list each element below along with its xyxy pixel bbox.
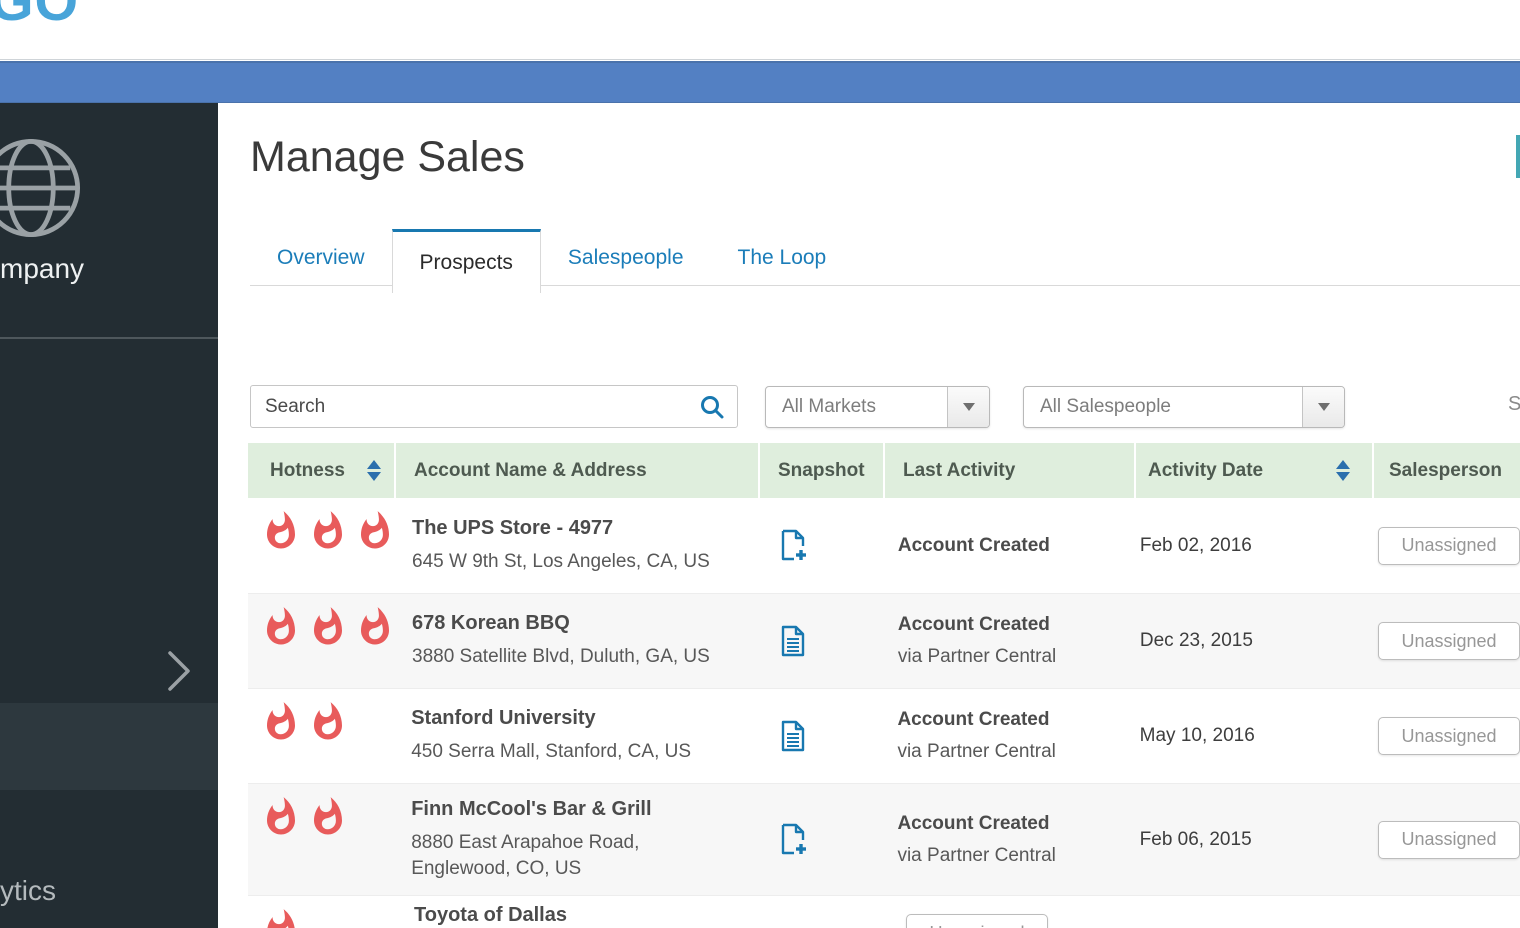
- last-activity-text: Account Created: [897, 813, 1127, 835]
- snapshot-cell[interactable]: [755, 823, 880, 856]
- tab-prospects[interactable]: Prospects: [392, 229, 541, 293]
- last-activity-text: Account Created: [898, 614, 1128, 636]
- column-header-salesperson: Salesperson: [1374, 443, 1520, 498]
- account-name: Finn McCool's Bar & Grill: [411, 798, 730, 821]
- snapshot-cell[interactable]: [755, 625, 880, 658]
- salesperson-assign-button[interactable]: Unassigned: [1378, 821, 1520, 859]
- activity-date: May 10, 2016: [1128, 725, 1363, 747]
- table-header: Hotness Account Name & Address Snapshot …: [248, 443, 1520, 498]
- sidebar-divider: [0, 337, 218, 339]
- clipped-right-text: S: [1508, 393, 1520, 416]
- last-activity-via: via Partner Central: [897, 741, 1127, 763]
- account-address: 450 Serra Mall, Stanford, CA, US: [411, 739, 730, 765]
- brand-logo[interactable]: GO: [0, 0, 79, 33]
- hotness-flames: [248, 498, 396, 593]
- salesperson-assign-button[interactable]: Unassigned: [1378, 527, 1520, 565]
- salesperson-filter-select[interactable]: All Salespeople: [1023, 386, 1345, 428]
- page-title: Manage Sales: [250, 133, 525, 182]
- last-activity-text: Account Created: [898, 535, 1128, 557]
- top-header: GO: [0, 0, 1520, 60]
- table-row[interactable]: Toyota of Dallas Unassigned: [248, 895, 1520, 928]
- column-header-account: Account Name & Address: [396, 443, 760, 498]
- sidebar-active-band[interactable]: [0, 703, 218, 790]
- column-header-activity-date[interactable]: Activity Date: [1136, 443, 1374, 498]
- hotness-flames: [248, 784, 395, 895]
- flame-icon: [354, 508, 396, 554]
- chevron-down-icon: [1302, 387, 1344, 427]
- sidebar-item-analytics[interactable]: ytics: [0, 875, 56, 907]
- hotness-flames: [248, 594, 396, 688]
- search-icon[interactable]: [699, 394, 725, 420]
- chevron-down-icon: [947, 387, 989, 427]
- column-header-hotness[interactable]: Hotness: [248, 443, 396, 498]
- flame-icon: [307, 794, 349, 840]
- flame-icon: [260, 906, 302, 928]
- hotness-flames: [248, 896, 398, 928]
- tab-overview[interactable]: Overview: [250, 229, 392, 286]
- tab-bar: Overview Prospects Salespeople The Loop: [250, 229, 1520, 293]
- salesperson-assign-button[interactable]: Unassigned: [1378, 622, 1520, 660]
- last-activity-via: via Partner Central: [897, 845, 1127, 867]
- account-address: 3880 Satellite Blvd, Duluth, GA, US: [412, 644, 731, 670]
- search-input[interactable]: [251, 396, 699, 418]
- account-address: 645 W 9th St, Los Angeles, CA, US: [412, 549, 731, 575]
- flame-icon: [260, 794, 302, 840]
- account-name: The UPS Store - 4977: [412, 517, 731, 540]
- market-filter-select[interactable]: All Markets: [765, 386, 990, 428]
- chevron-right-icon[interactable]: [164, 649, 192, 693]
- globe-icon: [0, 135, 84, 241]
- table-row[interactable]: 678 Korean BBQ 3880 Satellite Blvd, Dulu…: [248, 593, 1520, 688]
- table-body: The UPS Store - 4977 645 W 9th St, Los A…: [248, 498, 1520, 928]
- top-nav-bar: [0, 61, 1520, 103]
- table-row[interactable]: Finn McCool's Bar & Grill 8880 East Arap…: [248, 783, 1520, 895]
- account-address: 8880 East Arapahoe Road, Englewood, CO, …: [411, 830, 730, 881]
- account-name: Stanford University: [411, 707, 730, 730]
- table-row[interactable]: The UPS Store - 4977 645 W 9th St, Los A…: [248, 498, 1520, 593]
- hotness-flames: [248, 689, 395, 783]
- document-add-icon: [779, 529, 807, 562]
- document-text-icon: [779, 625, 807, 658]
- account-name: Toyota of Dallas: [414, 904, 740, 927]
- flame-icon: [307, 508, 349, 554]
- table-row[interactable]: Stanford University 450 Serra Mall, Stan…: [248, 688, 1520, 783]
- sort-up-down-icon[interactable]: [1336, 460, 1350, 481]
- main-content: Manage Sales Overview Prospects Salespeo…: [218, 103, 1520, 928]
- flame-icon: [354, 604, 396, 650]
- sort-up-down-icon[interactable]: [367, 460, 381, 481]
- salesperson-assign-button[interactable]: Unassigned: [906, 914, 1048, 928]
- snapshot-cell[interactable]: [755, 720, 880, 753]
- flame-icon: [260, 604, 302, 650]
- column-header-last-activity: Last Activity: [885, 443, 1136, 498]
- salesperson-filter-value: All Salespeople: [1024, 396, 1302, 418]
- last-activity-text: Account Created: [897, 709, 1127, 731]
- market-filter-value: All Markets: [766, 396, 947, 418]
- prospects-table: Hotness Account Name & Address Snapshot …: [248, 443, 1520, 928]
- flame-icon: [260, 699, 302, 745]
- activity-date: Feb 02, 2016: [1128, 535, 1363, 557]
- activity-date: Feb 06, 2015: [1128, 829, 1363, 851]
- filter-row: All Markets All Salespeople S: [218, 385, 1520, 429]
- flame-icon: [260, 508, 302, 554]
- search-box: [250, 385, 738, 428]
- tab-salespeople[interactable]: Salespeople: [541, 229, 711, 286]
- app-window: GO mpany ytics Manage Sales Overview Pro…: [0, 0, 1520, 928]
- company-name-label[interactable]: mpany: [0, 253, 84, 285]
- activity-date: Dec 23, 2015: [1128, 630, 1363, 652]
- edge-button-fragment[interactable]: [1516, 135, 1520, 178]
- snapshot-cell[interactable]: [755, 529, 880, 562]
- sidebar: mpany ytics: [0, 103, 218, 928]
- account-name: 678 Korean BBQ: [412, 612, 731, 635]
- tab-the-loop[interactable]: The Loop: [711, 229, 854, 286]
- document-text-icon: [779, 720, 807, 753]
- flame-icon: [307, 604, 349, 650]
- salesperson-assign-button[interactable]: Unassigned: [1378, 717, 1520, 755]
- document-add-icon: [779, 823, 807, 856]
- column-header-snapshot: Snapshot: [760, 443, 885, 498]
- flame-icon: [307, 699, 349, 745]
- last-activity-via: via Partner Central: [898, 646, 1128, 668]
